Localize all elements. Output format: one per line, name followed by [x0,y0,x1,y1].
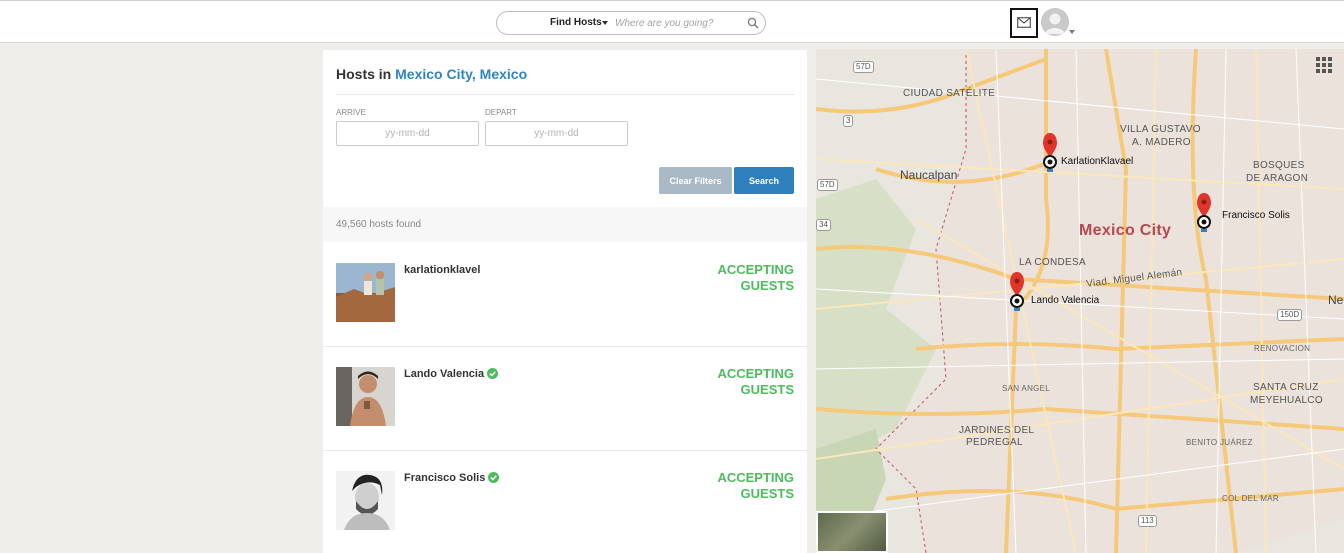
verified-check-icon [487,368,499,379]
host-list-item[interactable]: karlationklavel ACCEPTING GUESTS [323,242,807,347]
host-list-item[interactable]: Lando Valencia ACCEPTING GUESTS [323,346,807,451]
host-name-row: Lando Valencia [404,368,499,380]
user-menu-chevron-icon[interactable] [1069,30,1075,34]
status-line: GUESTS [740,278,794,293]
user-avatar[interactable] [1041,8,1069,36]
host-photo[interactable] [336,471,395,530]
hosts-found-count: 49,560 hosts found [336,219,422,230]
host-photo[interactable] [336,367,395,426]
arrive-label: ARRIVE [336,108,366,117]
map-label: PEDREGAL [966,437,1023,448]
divider [336,94,794,95]
map-label: MEYEHUALCO [1250,395,1324,406]
map-pin-icon [1197,193,1211,232]
hosts-map[interactable]: 57D 57D 3 34 150D 113 CIUDAD SATÉLITE VI… [816,49,1344,553]
map-label: COL DEL MAR [1222,494,1279,503]
host-search-box[interactable]: Find Hosts [496,11,766,35]
road-shield: 34 [816,219,831,231]
status-line: ACCEPTING [717,470,794,485]
map-label: SAN ANGEL [1002,384,1051,393]
map-pin-icon [1010,272,1024,311]
destination-search-input[interactable] [615,15,735,31]
map-label: BOSQUES [1253,160,1305,171]
map-label: CIUDAD SATÉLITE [903,88,996,99]
accepting-guests-status: ACCEPTING GUESTS [717,366,794,398]
map-label: JARDINES DEL [959,425,1035,436]
map-pin-icon [1043,133,1057,172]
map-label-city: Mexico City [1079,222,1172,239]
find-hosts-dropdown[interactable]: Find Hosts [550,17,602,28]
search-button[interactable]: Search [734,167,794,194]
map-marker-label[interactable]: Lando Valencia [1031,295,1099,306]
status-line: ACCEPTING [717,366,794,381]
mail-icon [1017,17,1031,28]
status-line: GUESTS [740,486,794,501]
map-marker-label[interactable]: Francisco Solis [1222,210,1290,221]
accepting-guests-status: ACCEPTING GUESTS [717,470,794,502]
search-icon[interactable] [747,16,759,34]
road-shield: 57D [853,61,874,73]
messages-button[interactable] [1010,8,1038,38]
map-label: BENITO JUÁREZ [1186,438,1253,447]
road-shield: 113 [1138,515,1157,527]
results-count-bar: 49,560 hosts found [323,207,807,242]
map-marker[interactable] [1004,272,1030,316]
accepting-guests-status: ACCEPTING GUESTS [717,262,794,294]
host-name-row: Francisco Solis [404,472,500,484]
map-label: Naucalpan [900,168,958,182]
map-label: VILLA GUSTAVO [1120,124,1201,135]
verified-check-icon [488,472,500,483]
road-shield: 57D [817,179,838,191]
host-name[interactable]: Lando Valencia [404,368,484,380]
location-link[interactable]: Mexico City, Mexico [395,66,527,82]
road-shield: 150D [1277,309,1303,321]
map-label: SANTA CRUZ [1253,382,1319,393]
page-title: Hosts in Mexico City, Mexico [336,66,527,82]
map-label: LA CONDESA [1019,257,1086,268]
chevron-down-icon[interactable] [602,21,608,25]
status-line: ACCEPTING [717,262,794,277]
depart-date-input[interactable] [485,121,628,146]
title-prefix: Hosts in [336,66,392,82]
host-name[interactable]: karlationklavel [404,264,480,276]
host-name[interactable]: Francisco Solis [404,472,485,484]
hosts-panel: Hosts in Mexico City, Mexico ARRIVE DEPA… [323,50,807,553]
host-photo[interactable] [336,263,395,322]
road-shield: 3 [843,115,854,127]
top-navigation-bar: Find Hosts [0,0,1344,43]
map-label: RENOVACION [1254,344,1311,353]
clear-filters-button[interactable]: Clear Filters [659,167,732,194]
satellite-view-toggle[interactable] [816,511,888,553]
arrive-date-input[interactable] [336,121,479,146]
host-list-item[interactable]: Francisco Solis ACCEPTING GUESTS [323,450,807,553]
map-label: Ne [1328,293,1344,307]
depart-label: DEPART [485,108,517,117]
map-marker[interactable] [1191,193,1217,237]
map-label: DE ARAGON [1246,173,1309,184]
avatar-icon [1041,8,1069,36]
status-line: GUESTS [740,382,794,397]
map-marker-label[interactable]: KarlationKlavael [1061,156,1133,167]
map-marker[interactable] [1037,133,1063,177]
map-label: A. MADERO [1132,137,1191,148]
